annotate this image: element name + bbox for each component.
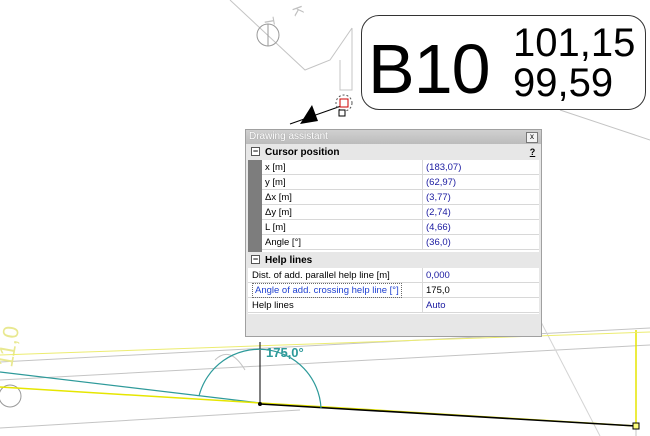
help-lines-section-title: Help lines [265,255,313,266]
point-label-main: B10 [368,30,491,108]
parcel-line [539,319,601,436]
close-button[interactable]: x [526,132,538,143]
grip-handle-icon[interactable] [338,109,346,117]
property-row[interactable]: Help lines Auto [248,298,539,313]
property-row[interactable]: y [m] (62,97) [262,175,539,190]
collapse-toggle-icon[interactable]: − [251,254,260,264]
property-label: Dist. of add. parallel help line [m] [252,270,390,281]
vertex-point-icon[interactable] [258,402,262,406]
property-row[interactable]: x [m] (183,07) [262,160,539,175]
property-value: (36,0) [426,237,451,248]
property-label: L [m] [265,222,286,233]
selected-point-icon[interactable] [339,98,349,108]
parcel-line [0,344,650,381]
property-row[interactable]: Δy [m] (2,74) [262,205,539,220]
panel-title: Drawing assistant [249,131,328,142]
collapse-toggle-icon[interactable]: − [251,146,260,156]
help-lines-grid: Dist. of add. parallel help line [m] 0,0… [248,268,539,314]
property-value[interactable]: 175,0 [426,285,450,296]
point-label-bottom-value: 99,59 [513,61,614,105]
property-value[interactable]: 0,000 [426,270,450,281]
property-row[interactable]: L [m] (4,66) [262,220,539,235]
property-value: (2,74) [426,207,451,218]
point-label-callout[interactable]: B10 101,15 99,59 [361,15,646,110]
property-label: x [m] [265,162,286,173]
property-row[interactable]: Dist. of add. parallel help line [m] 0,0… [248,268,539,283]
endpoint-grip-icon[interactable] [632,422,640,430]
map-annotation-text: 11,0 [0,324,24,369]
drawing-assistant-panel: Drawing assistant x − Cursor position ? x… [245,129,542,337]
point-label-top-value: 101,15 [513,21,636,65]
drawn-segment [259,403,637,427]
property-label: Angle [°] [265,237,302,248]
grid-gutter [248,160,262,252]
cursor-position-grid: x [m] (183,07) y [m] (62,97) Δx [m] (3,7… [248,160,539,252]
parcel-line [559,109,650,141]
help-button[interactable]: ? [528,147,537,157]
property-value: (3,77) [426,192,451,203]
property-label: Δy [m] [265,207,292,218]
property-value: (4,66) [426,222,451,233]
property-value[interactable]: Auto [426,300,446,311]
property-label: y [m] [265,177,286,188]
map-annotation-text: T [261,16,278,28]
property-row[interactable]: Δx [m] (3,77) [262,190,539,205]
map-annotation-text: K [289,4,307,19]
property-row[interactable]: Angle [°] (36,0) [262,235,539,250]
help-lines-section-header[interactable]: − Help lines [248,254,539,267]
property-value: (62,97) [426,177,457,188]
property-label: Angle of add. crossing help line [°] [252,283,402,298]
leader-arrow-icon [300,105,318,124]
property-label: Δx [m] [265,192,292,203]
cursor-position-section-header[interactable]: − Cursor position ? [248,146,539,159]
parcel-line [0,409,301,429]
cursor-position-section-title: Cursor position [265,147,340,158]
property-label: Help lines [252,300,294,311]
reference-line [0,371,261,404]
property-value: (183,07) [426,162,462,173]
panel-titlebar[interactable]: Drawing assistant x [246,130,541,144]
property-row-selected[interactable]: Angle of add. crossing help line [°] 175… [248,283,539,298]
angle-readout: 175,0° [266,345,304,360]
